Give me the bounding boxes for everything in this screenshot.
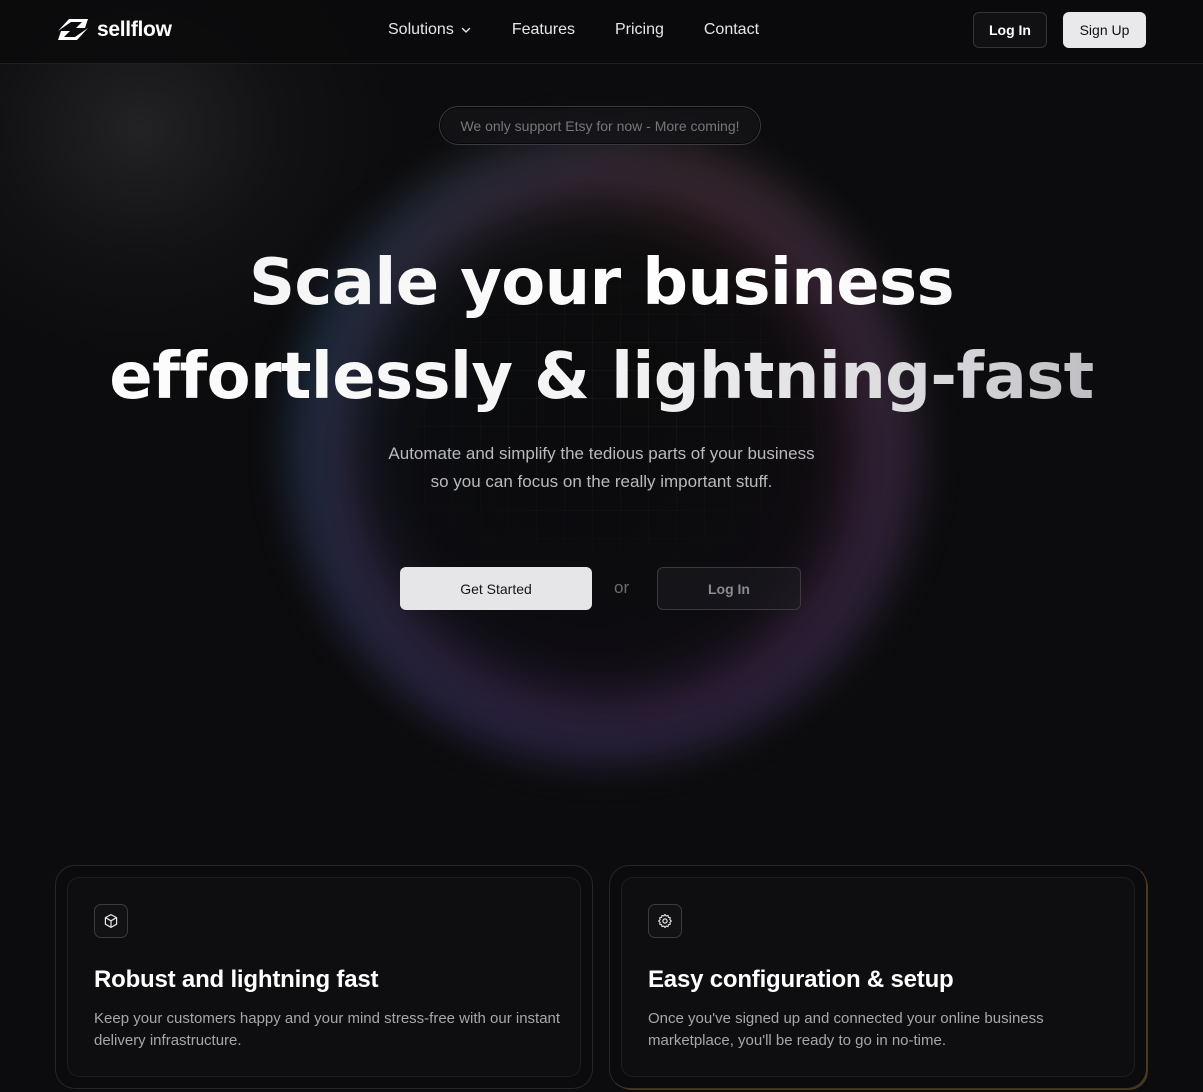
feature-title: Robust and lightning fast [94, 966, 379, 993]
nav-item-solutions[interactable]: Solutions [388, 21, 472, 39]
hero-subtitle-line-2: so you can focus on the really important… [430, 472, 773, 491]
hero-title-line-1: Scale your business [0, 236, 1203, 330]
feature-card-speed: Robust and lightning fast Keep your cust… [55, 865, 593, 1089]
header-signup-button[interactable]: Sign Up [1063, 12, 1146, 48]
feature-icon-badge [648, 904, 682, 938]
hero-subtitle-line-1: Automate and simplify the tedious parts … [388, 444, 815, 463]
get-started-button[interactable]: Get Started [400, 567, 592, 610]
feature-card-inner: Easy configuration & setup Once you've s… [621, 877, 1135, 1077]
hero-title: Scale your business effortlessly & light… [0, 236, 1203, 424]
feature-title: Easy configuration & setup [648, 966, 954, 993]
nav-item-label: Features [511, 21, 575, 38]
support-notice-badge: We only support Etsy for now - More comi… [439, 106, 761, 145]
site-header: sellflow Solutions Features Pricing Cont… [0, 0, 1203, 64]
hero-login-button[interactable]: Log In [657, 567, 801, 610]
main-nav: Solutions Features Pricing Contact [388, 0, 759, 60]
feature-card-inner: Robust and lightning fast Keep your cust… [67, 877, 581, 1077]
feature-card-setup: Easy configuration & setup Once you've s… [609, 865, 1147, 1089]
nav-item-features[interactable]: Features [512, 21, 575, 39]
nav-item-contact[interactable]: Contact [704, 21, 759, 39]
brand-logo[interactable]: sellflow [55, 17, 172, 42]
hero-title-line-2: effortlessly & lightning-fast [0, 330, 1203, 424]
feature-description: Once you've signed up and connected your… [648, 1010, 1044, 1049]
landing-page: sellflow Solutions Features Pricing Cont… [0, 0, 1203, 1092]
nav-item-pricing[interactable]: Pricing [615, 21, 664, 39]
brand-name: sellflow [97, 17, 172, 41]
hero-subtitle: Automate and simplify the tedious parts … [0, 440, 1203, 496]
nav-item-label: Pricing [614, 21, 664, 38]
or-separator: or [614, 578, 630, 597]
nav-item-label: Solutions [388, 21, 454, 38]
box-icon [104, 914, 118, 928]
header-login-button[interactable]: Log In [973, 12, 1047, 48]
gear-icon [658, 913, 672, 929]
nav-item-label: Contact [703, 21, 760, 38]
chevron-down-icon [461, 27, 471, 33]
sellflow-logo-icon [58, 19, 88, 40]
feature-icon-badge [94, 904, 128, 938]
feature-description: Keep your customers happy and your mind … [94, 1010, 561, 1049]
